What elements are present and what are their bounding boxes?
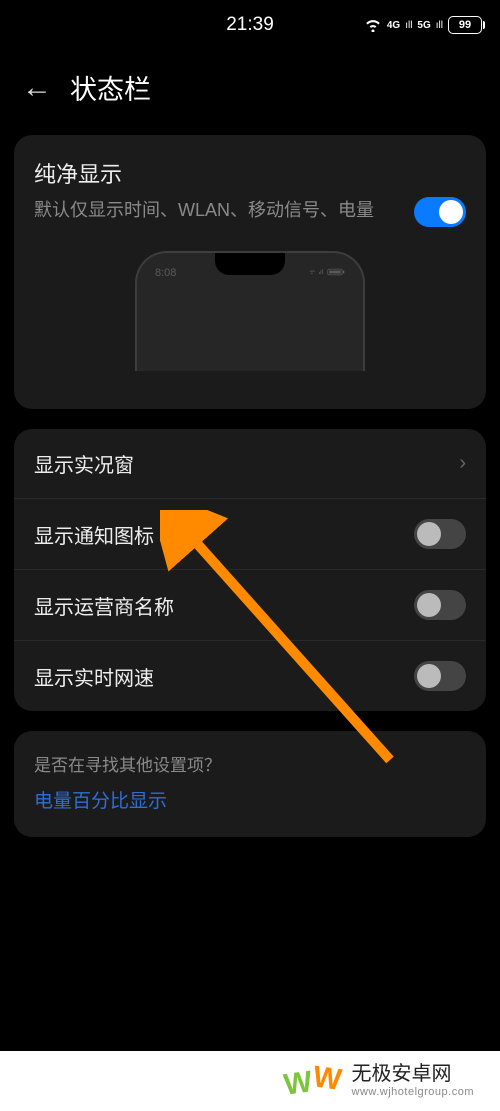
network-5g: 5G [417,20,430,31]
chevron-right-icon: › [459,452,466,475]
wifi-icon [364,18,382,32]
hint-card: 是否在寻找其他设置项？ 电量百分比显示 [14,731,486,837]
footer-brand: 无极安卓网 [352,1063,475,1086]
clean-display-title: 纯净显示 [34,157,466,189]
hint-link[interactable]: 电量百分比显示 [34,786,466,813]
row-notif-icons: 显示通知图标 [14,498,486,569]
status-right: 4G ıll 5G ıll 99 [364,16,482,34]
footer-url: www.wjhotelgroup.com [352,1086,475,1099]
page-title: 状态栏 [70,68,151,107]
notif-icons-toggle[interactable] [414,519,466,549]
carrier-name-toggle[interactable] [414,590,466,620]
clean-display-card: 纯净显示 默认仅显示时间、WLAN、移动信号、电量 8:08 [14,135,486,409]
battery-icon: 99 [448,16,482,34]
row-label: 显示实况窗 [34,449,134,478]
clean-display-toggle[interactable] [414,197,466,227]
page-header: ← 状态栏 [0,50,500,135]
row-label: 显示实时网速 [34,662,154,691]
watermark-footer: WW 无极安卓网 www.wjhotelgroup.com [0,1051,500,1111]
preview-time: 8:08 [155,267,176,280]
hint-question: 是否在寻找其他设置项？ [34,751,466,776]
notch-icon [215,253,285,275]
options-card: 显示实况窗 › 显示通知图标 显示运营商名称 显示实时网速 [14,429,486,711]
row-net-speed: 显示实时网速 [14,640,486,711]
clean-display-desc: 默认仅显示时间、WLAN、移动信号、电量 [34,197,402,224]
phone-preview: 8:08 [34,227,466,387]
row-live-window[interactable]: 显示实况窗 › [14,429,486,498]
row-carrier-name: 显示运营商名称 [14,569,486,640]
network-4g: 4G [387,20,400,31]
back-icon[interactable]: ← [22,73,52,103]
row-label: 显示运营商名称 [34,591,174,620]
row-label: 显示通知图标 [34,520,154,549]
logo-icon: WW [284,1064,342,1098]
status-time: 21:39 [226,14,274,36]
net-speed-toggle[interactable] [414,661,466,691]
system-status-bar: 21:39 4G ıll 5G ıll 99 [0,0,500,50]
preview-status-icons [309,267,345,280]
